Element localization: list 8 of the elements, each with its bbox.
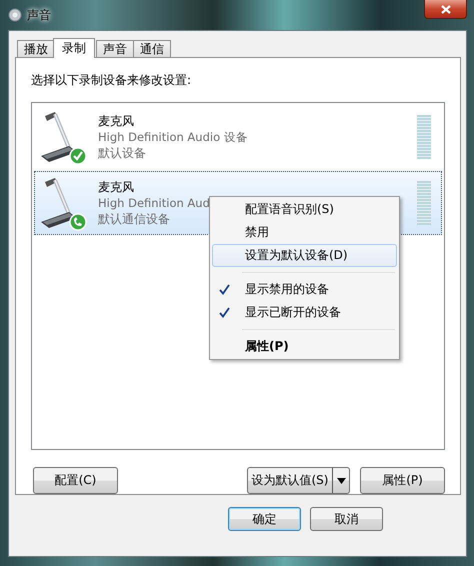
device-driver: High Definition Audio 设备 [98, 129, 248, 146]
device-status: 默认通信设备 [98, 211, 170, 228]
device-name: 麦克风 [98, 113, 134, 130]
device-status: 默认设备 [98, 145, 146, 162]
instruction-text: 选择以下录制设备来修改设置: [31, 72, 192, 89]
device-name: 麦克风 [98, 179, 134, 196]
window-title: 声音 [27, 6, 51, 24]
device-driver: High Definition Aud [98, 195, 210, 212]
